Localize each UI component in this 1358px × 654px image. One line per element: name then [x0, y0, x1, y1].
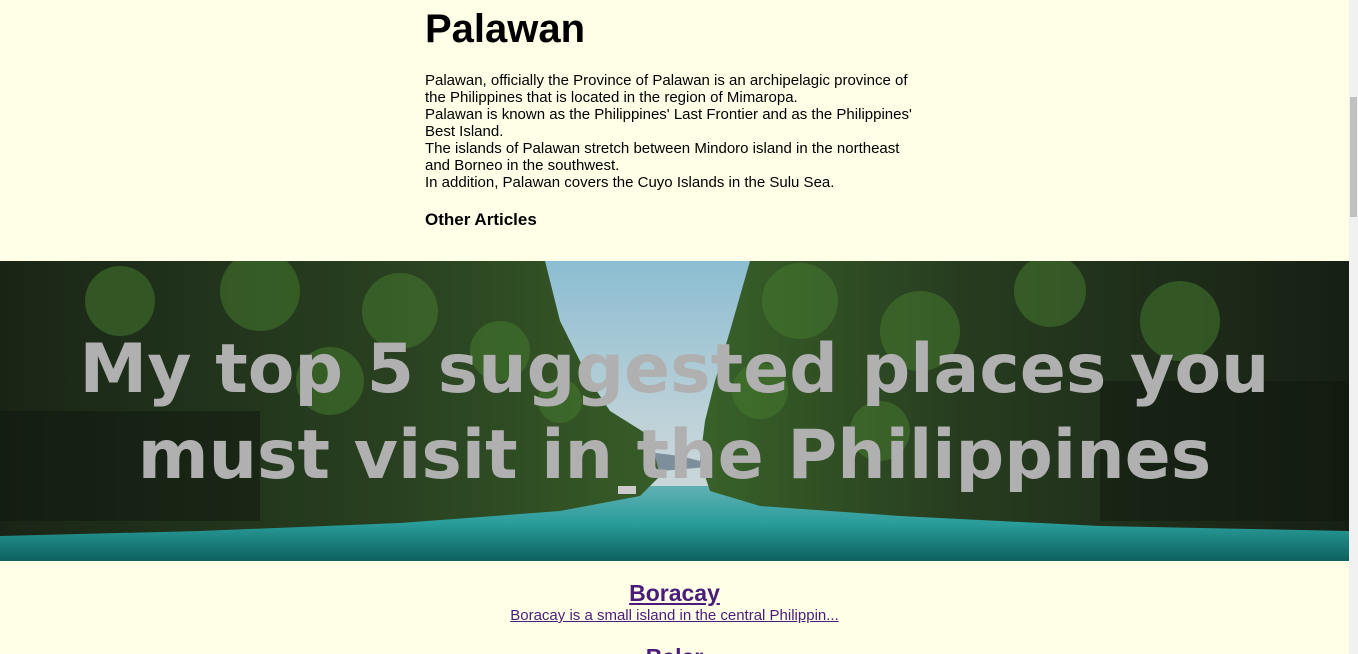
place-link-boracay[interactable]: Boracay — [0, 579, 1349, 607]
article-title: Palawan — [425, 7, 586, 51]
article-paragraph: In addition, Palawan covers the Cuyo Isl… — [425, 174, 835, 191]
article-paragraph: Palawan, officially the Province of Pala… — [425, 72, 908, 106]
scrollbar-thumb[interactable] — [1350, 97, 1357, 217]
article-body: Palawan, officially the Province of Pala… — [425, 72, 925, 191]
places-list: Boracay Boracay is a small island in the… — [0, 561, 1349, 654]
hero-banner: My top 5 suggested places you must visit… — [0, 261, 1349, 561]
page: Palawan Palawan, officially the Province… — [0, 0, 1349, 654]
article-paragraph: The islands of Palawan stretch between M… — [425, 140, 900, 174]
list-item: Baler — [0, 643, 1349, 654]
place-link-baler[interactable]: Baler — [0, 643, 1349, 654]
hero-title: My top 5 suggested places you must visit… — [79, 330, 1270, 495]
other-articles-heading: Other Articles — [425, 210, 537, 229]
place-description-link[interactable]: Boracay is a small island in the central… — [0, 607, 1349, 625]
list-item: Boracay Boracay is a small island in the… — [0, 579, 1349, 625]
article-paragraph: Palawan is known as the Philippines' Las… — [425, 106, 912, 140]
scrollbar[interactable] — [1349, 0, 1358, 654]
